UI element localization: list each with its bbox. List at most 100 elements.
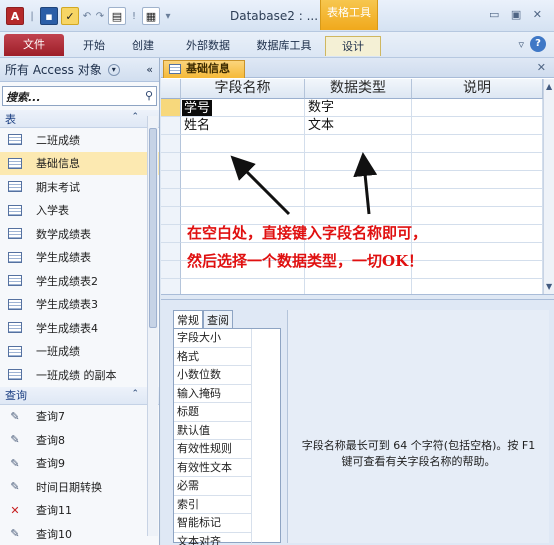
nav-query-item[interactable]: ✎ 查询8 (0, 428, 159, 452)
quick-access-toolbar: A | ▪ ✓ ↶ ↷ ▤ ! ▦ ▾ (6, 6, 173, 26)
nav-table-item[interactable]: 一班成绩 (0, 340, 159, 364)
property-item[interactable]: 默认值 (174, 421, 252, 440)
property-item[interactable]: 标题 (174, 403, 252, 422)
nav-item-label: 入学表 (36, 204, 69, 218)
nav-scroll-thumb[interactable] (149, 128, 157, 328)
save-icon[interactable]: ▪ (40, 7, 58, 25)
property-item[interactable]: 智能标记 (174, 514, 252, 533)
property-item[interactable]: 输入掩码 (174, 384, 252, 403)
group-tables[interactable]: 表 ⌃ (0, 110, 159, 128)
nav-item-label: 查询10 (36, 527, 72, 541)
property-item[interactable]: 字段大小 (174, 329, 252, 348)
nav-table-item[interactable]: 二班成绩 (0, 128, 159, 152)
nav-item-label: 学生成绩表2 (36, 274, 98, 288)
nav-dropdown-icon[interactable]: ▾ (107, 63, 120, 76)
separator: | (30, 10, 34, 22)
document-tab-bar: 基础信息 ✕ (161, 58, 554, 78)
tab-database-tools[interactable]: 数据库工具 (248, 36, 320, 56)
table-icon (8, 204, 22, 216)
field-design-grid: 字段名称 数据类型 说明 学号 数字 姓名 文本 在空白处，直接键入字段名称即可， 然… (161, 79, 543, 297)
nav-query-item[interactable]: ✎ 查询10 (0, 522, 159, 545)
tab-create[interactable]: 创建 (120, 36, 166, 56)
nav-header[interactable]: 所有 Access 对象 ▾ « (0, 58, 159, 82)
nav-item-label: 时间日期转换 (36, 480, 102, 494)
nav-table-item[interactable]: 期末考试 (0, 175, 159, 199)
property-item[interactable]: 小数位数 (174, 366, 252, 385)
property-help-text: 字段名称最长可到 64 个字符(包括空格)。按 F1 键可查看有关字段名称的帮助… (287, 310, 549, 543)
nav-table-item[interactable]: 数学成绩表 (0, 222, 159, 246)
nav-table-item[interactable]: 入学表 (0, 199, 159, 223)
tab-general[interactable]: 常规 (173, 310, 203, 328)
table-icon (8, 181, 22, 193)
search-input[interactable]: 搜索... (6, 89, 41, 105)
group-tables-label: 表 (5, 112, 16, 126)
tab-home[interactable]: 开始 (70, 36, 118, 56)
table-icon (8, 251, 22, 263)
nav-query-item[interactable]: ✕ 查询11 (0, 499, 159, 523)
annotation-arrows (230, 152, 378, 216)
nav-table-item[interactable]: 学生成绩表4 (0, 316, 159, 340)
property-item[interactable]: 索引 (174, 495, 252, 514)
scroll-up-icon[interactable]: ▲ (546, 82, 552, 91)
table-icon (169, 64, 181, 74)
table-icon (8, 298, 22, 310)
title-bar: A | ▪ ✓ ↶ ↷ ▤ ! ▦ ▾ Database2 : ... 表格工具… (0, 0, 554, 32)
table-icon (8, 275, 22, 287)
nav-scrollbar[interactable] (147, 116, 158, 536)
field-properties-pane: 常规 查阅 字段大小 格式 小数位数 输入掩码 标题 默认值 有效性规则 有效性文本 必需 索引智… (161, 300, 554, 545)
query-icon: ✎ (10, 409, 20, 423)
property-item[interactable]: 格式 (174, 347, 252, 366)
window-controls[interactable]: ▭ ▣ ✕ (489, 8, 546, 21)
datasheet-icon[interactable]: ▤ (108, 7, 126, 25)
arrow-to-data-type (353, 152, 378, 215)
nav-table-item[interactable]: 学生成绩表3 (0, 293, 159, 317)
search-box[interactable]: 搜索... ⚲ (2, 86, 157, 106)
chevron-up-icon[interactable]: ⌃ (131, 389, 139, 399)
nav-item-label: 查询8 (36, 433, 65, 447)
qat-dropdown-icon[interactable]: ▾ (163, 11, 173, 22)
undo-icon[interactable]: ↶ (82, 11, 92, 22)
nav-item-label: 查询7 (36, 410, 65, 424)
nav-query-item[interactable]: ✎ 查询9 (0, 452, 159, 476)
tab-external-data[interactable]: 外部数据 (172, 36, 244, 56)
help-icon[interactable]: ? (530, 36, 546, 52)
property-tabs: 常规 查阅 (173, 310, 233, 328)
access-app-icon[interactable]: A (6, 7, 24, 25)
table-icon[interactable]: ▦ (142, 7, 160, 25)
queries-list: ✎ 查询7 ✎ 查询8 ✎ 查询9 ✎ 时间日期转换 ✕ 查询11 ✎ 查询10 (0, 405, 159, 545)
nav-table-item[interactable]: 一班成绩 的副本 (0, 363, 159, 387)
property-item[interactable]: 文本对齐 (174, 532, 252, 545)
nav-item-label: 基础信息 (36, 157, 80, 171)
nav-table-item[interactable]: 学生成绩表 (0, 246, 159, 270)
table-icon (8, 322, 22, 334)
exclamation-icon[interactable]: ! (129, 11, 139, 22)
redo-icon[interactable]: ↷ (95, 11, 105, 22)
chevron-up-icon[interactable]: ⌃ (131, 112, 139, 122)
nav-query-item[interactable]: ✎ 时间日期转换 (0, 475, 159, 499)
scroll-down-icon[interactable]: ▼ (546, 282, 552, 291)
nav-item-label: 查询9 (36, 457, 65, 471)
grid-scrollbar[interactable]: ▲ ▼ (543, 79, 554, 294)
tab-design[interactable]: 设计 (325, 36, 381, 56)
property-item[interactable]: 有效性文本 (174, 458, 252, 477)
nav-table-item[interactable]: 基础信息 (0, 151, 159, 175)
tables-list: 二班成绩基础信息期末考试入学表数学成绩表学生成绩表学生成绩表2 学生成绩表3 学生成… (0, 128, 159, 387)
query-icon: ✎ (10, 527, 20, 541)
property-item[interactable]: 有效性规则 (174, 440, 252, 459)
tab-file[interactable]: 文件 (4, 34, 64, 56)
ribbon-tabs: 文件 开始 创建 外部数据 数据库工具 设计 ▿ ? (0, 32, 554, 58)
checkbox-icon[interactable]: ✓ (61, 7, 79, 25)
property-item[interactable]: 必需 (174, 477, 252, 496)
tab-lookup[interactable]: 查阅 (203, 310, 233, 328)
collapse-nav-icon[interactable]: « (146, 63, 153, 76)
search-icon[interactable]: ⚲ (145, 89, 153, 102)
nav-query-item[interactable]: ✎ 查询7 (0, 405, 159, 429)
navigation-pane: 所有 Access 对象 ▾ « 搜索... ⚲ 表 ⌃ 二班成绩基础信息期末考… (0, 58, 160, 545)
group-queries[interactable]: 查询 ⌃ (0, 386, 159, 405)
close-document-icon[interactable]: ✕ (537, 61, 546, 74)
nav-table-item[interactable]: 学生成绩表2 (0, 269, 159, 293)
minimize-ribbon-icon[interactable]: ▿ (518, 38, 524, 51)
nav-item-label: 学生成绩表4 (36, 321, 98, 335)
nav-item-label: 学生成绩表 (36, 251, 91, 265)
tab-table-design[interactable]: 基础信息 (163, 60, 245, 78)
